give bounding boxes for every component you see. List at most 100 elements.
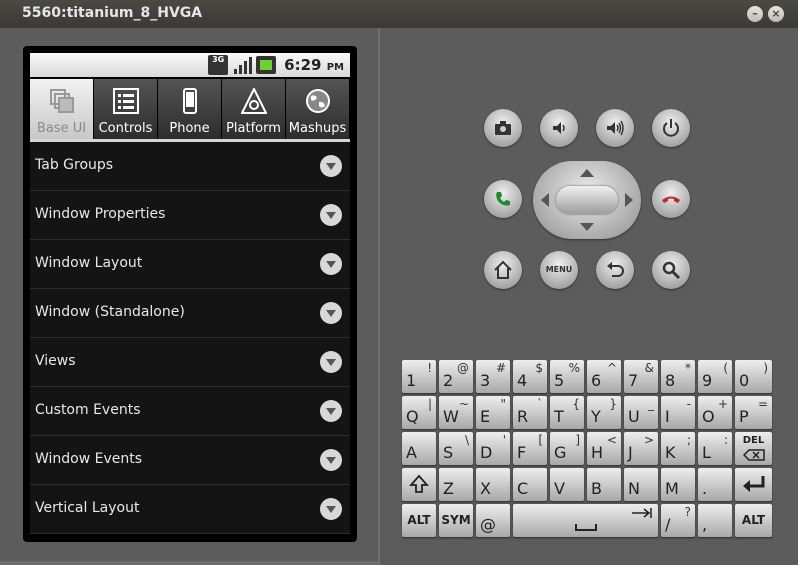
key-k[interactable]: K; (661, 432, 695, 465)
key-i[interactable]: I- (661, 396, 695, 429)
volume-down-icon (553, 122, 565, 134)
chevron-down-icon (320, 302, 342, 324)
key-z[interactable]: Z (439, 468, 473, 501)
list-item[interactable]: Tab Groups (30, 142, 350, 191)
dpad[interactable] (533, 161, 641, 239)
backspace-icon (743, 449, 765, 461)
list-item[interactable]: Vertical Layout (30, 485, 350, 534)
window-title: 5560:titanium_8_HVGA (22, 5, 203, 21)
arrow-left-icon[interactable] (541, 193, 549, 207)
key-q[interactable]: Q | (402, 396, 436, 429)
status-bar: 3G 6:29 PM (30, 53, 350, 77)
key-t[interactable]: T{ (550, 396, 584, 429)
tab-platform[interactable]: Platform (222, 79, 286, 139)
key-period[interactable]: . (698, 468, 732, 501)
key-comma[interactable]: , (698, 504, 732, 537)
key-alt-left[interactable]: ALT (402, 504, 436, 537)
list-item[interactable]: Views (30, 338, 350, 387)
home-button[interactable] (484, 251, 522, 289)
screen-bottom-border (0, 561, 378, 565)
end-call-button[interactable] (652, 180, 690, 218)
chevron-down-icon (320, 204, 342, 226)
tab-mashups[interactable]: Mashups (286, 79, 350, 139)
chevron-down-icon (320, 155, 342, 177)
key-9[interactable]: 9( (698, 360, 732, 393)
key-4[interactable]: 4 $ (513, 360, 547, 393)
key-0[interactable]: 0) (735, 360, 772, 393)
key-alt-right[interactable]: ALT (735, 504, 772, 537)
end-call-icon (662, 196, 680, 203)
volume-up-button[interactable] (596, 109, 634, 147)
camera-button[interactable] (484, 109, 522, 147)
power-button[interactable] (652, 109, 690, 147)
list-item[interactable]: Window Properties (30, 191, 350, 240)
platform-icon (240, 88, 267, 114)
key-sym[interactable]: SYM (439, 504, 473, 537)
list-item[interactable]: Custom Events (30, 387, 350, 436)
key-5[interactable]: 5% (550, 360, 584, 393)
key-slash[interactable]: /? (661, 504, 695, 537)
key-e[interactable]: E " (476, 396, 510, 429)
key-w[interactable]: W ~ (439, 396, 473, 429)
battery-icon (256, 56, 277, 74)
key-enter[interactable] (735, 468, 772, 501)
list-icon (112, 88, 139, 114)
key-3[interactable]: 3 # (476, 360, 510, 393)
list-item[interactable]: Window (Standalone) (30, 289, 350, 338)
arrow-down-icon[interactable] (580, 223, 594, 231)
back-button[interactable] (596, 251, 634, 289)
key-c[interactable]: C (513, 468, 547, 501)
key-7[interactable]: 7 & (624, 360, 658, 393)
home-icon (494, 260, 512, 279)
search-button[interactable] (652, 251, 690, 289)
key-r[interactable]: R ` (513, 396, 547, 429)
chevron-down-icon (320, 449, 342, 471)
minimize-button[interactable]: – (747, 6, 763, 22)
key-s[interactable]: S \ (439, 432, 473, 465)
tab-phone[interactable]: Phone (158, 79, 222, 139)
key-n[interactable]: N (624, 468, 658, 501)
tab-base-ui[interactable]: Base UI (30, 79, 94, 139)
key-space[interactable] (513, 504, 658, 537)
enter-icon (743, 476, 765, 492)
key-shift[interactable] (402, 468, 436, 501)
list-item[interactable]: Window Layout (30, 240, 350, 289)
key-u[interactable]: U _ (624, 396, 658, 429)
arrow-up-icon[interactable] (580, 169, 594, 177)
tab-label: Platform (226, 121, 281, 136)
dpad-center-button[interactable] (556, 186, 618, 214)
key-p[interactable]: P = (735, 396, 772, 429)
key-del[interactable]: DEL (735, 432, 772, 465)
key-b[interactable]: B (587, 468, 621, 501)
key-l[interactable]: L: (698, 432, 732, 465)
window-titlebar: 5560:titanium_8_HVGA – × (0, 0, 798, 28)
key-o[interactable]: O + (698, 396, 732, 429)
key-6[interactable]: 6 ^ (587, 360, 621, 393)
key-d[interactable]: D ' (476, 432, 510, 465)
windows-stack-icon (49, 89, 74, 113)
3g-icon: 3G (208, 55, 229, 75)
tab-controls[interactable]: Controls (94, 79, 158, 139)
key-h[interactable]: H < (587, 432, 621, 465)
menu-button[interactable]: MENU (540, 251, 578, 289)
key-at[interactable]: @ (476, 504, 510, 537)
key-1[interactable]: 1! (402, 360, 436, 393)
key-2[interactable]: 2 @ (439, 360, 473, 393)
key-g[interactable]: G] (550, 432, 584, 465)
key-a[interactable]: A (402, 432, 436, 465)
tab-label: Phone (169, 121, 210, 136)
key-m[interactable]: M (661, 468, 695, 501)
phone-call-icon (496, 192, 510, 206)
call-button[interactable] (484, 180, 522, 218)
close-button[interactable]: × (768, 6, 784, 22)
key-j[interactable]: J > (624, 432, 658, 465)
key-f[interactable]: F[ (513, 432, 547, 465)
volume-down-button[interactable] (540, 109, 578, 147)
arrow-right-icon[interactable] (625, 193, 633, 207)
key-v[interactable]: V (550, 468, 584, 501)
key-x[interactable]: X (476, 468, 510, 501)
list-item[interactable]: Window Events (30, 436, 350, 485)
key-8[interactable]: 8 * (661, 360, 695, 393)
tab-icon (632, 508, 652, 518)
key-y[interactable]: Y} (587, 396, 621, 429)
